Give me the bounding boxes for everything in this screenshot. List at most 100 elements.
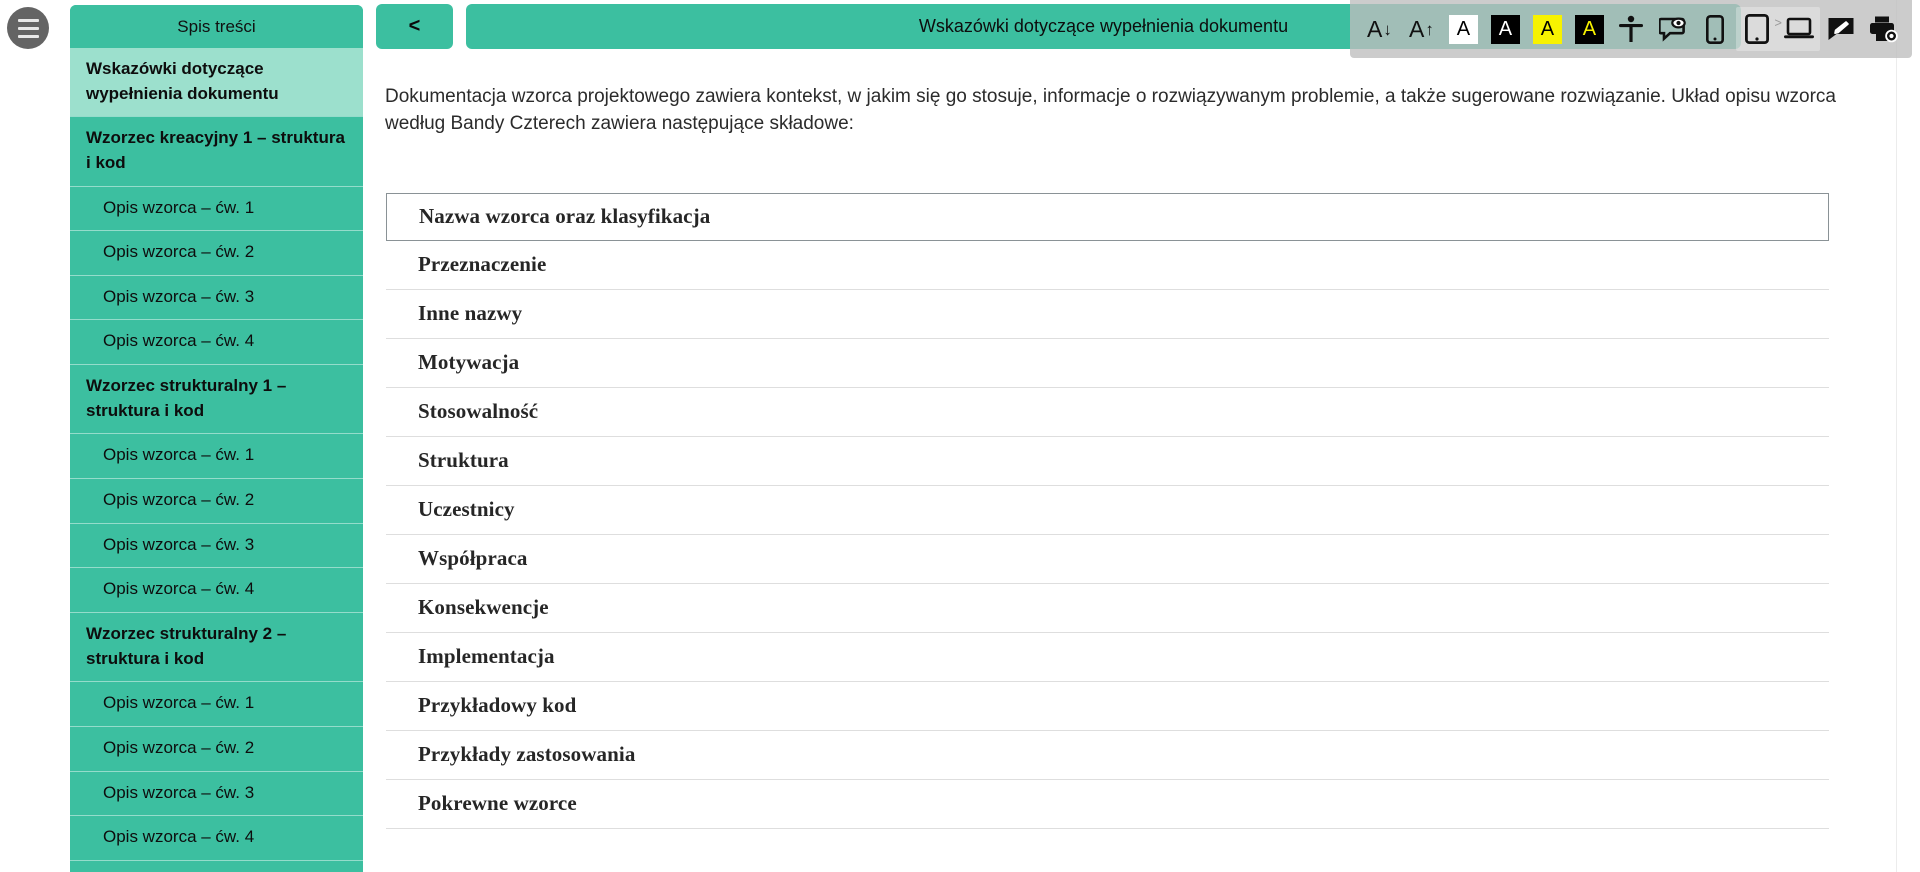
accordion-item-label: Stosowalność	[418, 398, 539, 423]
mobile-view-button[interactable]	[1694, 7, 1736, 51]
sidebar-item[interactable]: Opis wzorca – ćw. 3	[70, 274, 363, 320]
sidebar-item-label: Opis wzorca – ćw. 4	[103, 579, 255, 599]
sidebar-item-label: Wzorzec strukturalny 2 – struktura i kod	[86, 623, 287, 668]
accordion-item-label: Konsekwencje	[418, 594, 549, 619]
contrast-black-yellow-icon: A	[1574, 14, 1604, 44]
sidebar-item[interactable]: Opis wzorca – ćw. 3	[70, 522, 363, 568]
toc-list: Wskazówki dotyczące wypełnienia dokument…	[70, 48, 363, 872]
hamburger-bar	[17, 34, 39, 38]
sidebar-item[interactable]: Opis wzorca – ćw. 4	[70, 815, 363, 860]
device-view-group: >	[1736, 7, 1820, 51]
accordion-item[interactable]: Pokrewne wzorce	[386, 779, 1829, 829]
accessibility-toolbar: A ↓ A ↑ A A A A >	[1350, 0, 1912, 58]
sidebar-item[interactable]: Opis wzorca – ćw. 4	[70, 319, 363, 365]
accordion-item-label: Przykłady zastosowania	[418, 741, 636, 766]
accordion-item-label: Współpraca	[418, 545, 528, 570]
sidebar-item-label: Opis wzorca – ćw. 3	[103, 534, 255, 554]
app-root: Spis treści Wskazówki dotyczące wypełnie…	[0, 0, 1920, 872]
sidebar-item[interactable]: Opis wzorca – ćw. 2	[70, 230, 363, 275]
sidebar-item-label: Opis wzorca – ćw. 3	[103, 286, 255, 306]
sidebar-item-label: Opis wzorca – ćw. 1	[103, 445, 255, 465]
sidebar-item[interactable]: Opis wzorca – ćw. 1	[70, 433, 363, 479]
speech-bubble-eye-icon	[1659, 17, 1687, 42]
sidebar-item[interactable]: Opis wzorca – ćw. 1	[70, 681, 363, 726]
accordion-list: Nazwa wzorca oraz klasyfikacja Przeznacze…	[363, 192, 1895, 829]
sidebar-item-label: Opis wzorca – ćw. 1	[103, 197, 255, 217]
sidebar-item[interactable]: Opis wzorca – ćw. 4	[70, 567, 363, 612]
sidebar-item-label: Opis wzorca – ćw. 1	[103, 693, 255, 713]
notes-button[interactable]	[1820, 7, 1862, 51]
page-title: Wskazówki dotyczące wypełnienia dokument…	[918, 16, 1289, 36]
hamburger-menu-icon[interactable]	[7, 7, 49, 49]
sidebar-item-label: Opis wzorca – ćw. 2	[103, 242, 255, 262]
accordion-item[interactable]: Nazwa wzorca oraz klasyfikacja	[386, 192, 1829, 241]
contrast-black-yellow-button[interactable]: A	[1568, 7, 1610, 51]
contrast-black-white-icon: A	[1490, 14, 1520, 44]
accordion-item[interactable]: Przykłady zastosowania	[386, 730, 1829, 780]
sidebar-item-label: Wzorzec kreacyjny 1 – struktura i kod	[86, 128, 345, 172]
accordion-item[interactable]: Współpraca	[386, 534, 1829, 584]
accessibility-button[interactable]	[1610, 7, 1652, 51]
sidebar-item[interactable]: Opis wzorca – ćw. 2	[70, 478, 363, 523]
accordion-item-label: Inne nazwy	[418, 300, 523, 325]
accordion-item[interactable]: Struktura	[386, 436, 1829, 486]
tablet-view-button[interactable]	[1736, 7, 1778, 51]
accordion-item[interactable]: Implementacja	[386, 632, 1829, 682]
sidebar-item[interactable]: Wzorzec strukturalny 1 – struktura i kod	[70, 364, 363, 434]
sidebar-item[interactable]: Wskazówki dotyczące wypełnienia dokument…	[70, 48, 363, 117]
sidebar-item[interactable]: Opis wzorca – ćw. 2	[70, 725, 363, 771]
accordion-item-label: Pokrewne wzorce	[418, 790, 577, 815]
tablet-icon	[1745, 14, 1770, 44]
accordion-item[interactable]: Motywacja	[386, 338, 1829, 388]
hamburger-bar	[17, 26, 39, 30]
contrast-black-white-button[interactable]: A	[1484, 7, 1526, 51]
font-decrease-icon: A ↓	[1366, 15, 1392, 42]
accordion-item[interactable]: Inne nazwy	[386, 289, 1829, 339]
sidebar-item-label: Opis wzorca – ćw. 2	[103, 490, 255, 510]
sign-language-button[interactable]	[1652, 7, 1694, 51]
desktop-view-button[interactable]	[1778, 7, 1820, 51]
contrast-default-icon: A	[1448, 14, 1478, 44]
sidebar-item-label: Opis wzorca – ćw. 4	[103, 827, 255, 847]
accordion-item[interactable]: Uczestnicy	[386, 485, 1829, 535]
accessibility-person-icon	[1619, 15, 1644, 42]
accordion-item[interactable]: Stosowalność	[386, 387, 1829, 437]
sidebar-item[interactable]: Opis wzorca – ćw. 3	[70, 770, 363, 816]
sidebar-item-label: Opis wzorca – ćw. 2	[103, 737, 255, 757]
accordion-item-label: Przykładowy kod	[418, 692, 577, 717]
accordion-item-label: Motywacja	[418, 349, 520, 374]
accordion-item-label: Przeznaczenie	[418, 251, 547, 276]
contrast-yellow-black-button[interactable]: A	[1526, 7, 1568, 51]
increase-font-size-button[interactable]: A ↑	[1400, 7, 1442, 51]
sidebar-title: Spis treści	[70, 5, 363, 48]
hamburger-bar	[17, 18, 39, 22]
right-hairline-divider	[1896, 0, 1897, 872]
sidebar-item-label: Opis wzorca – ćw. 3	[103, 782, 255, 802]
sidebar-item[interactable]: Wzorzec kreacyjny 1 – struktura i kod	[70, 116, 363, 186]
accordion-item[interactable]: Konsekwencje	[386, 583, 1829, 633]
contrast-yellow-black-icon: A	[1532, 14, 1562, 44]
intro-paragraph: Dokumentacja wzorca projektowego zawiera…	[385, 86, 1836, 134]
accordion-item[interactable]: Przeznaczenie	[386, 240, 1829, 290]
accordion-item-label: Implementacja	[418, 643, 555, 668]
accordion-item[interactable]: Przykładowy kod	[386, 681, 1829, 731]
print-button[interactable]	[1862, 7, 1904, 51]
font-increase-icon: A ↑	[1408, 15, 1434, 42]
sidebar-item-label: Wskazówki dotyczące wypełnienia dokument…	[86, 59, 279, 103]
sidebar-item-label: Wzorzec strukturalny 1 – struktura i kod	[86, 376, 287, 420]
smartphone-icon	[1706, 14, 1725, 44]
note-pencil-icon	[1828, 18, 1854, 40]
table-of-contents-sidebar: Spis treści Wskazówki dotyczące wypełnie…	[70, 5, 363, 872]
printer-preview-icon	[1870, 16, 1898, 43]
laptop-icon	[1784, 17, 1814, 39]
sidebar-item[interactable]: Opis wzorca – ćw. 1	[70, 185, 363, 231]
accordion-item-label: Uczestnicy	[418, 496, 515, 521]
document-content: Dokumentacja wzorca projektowego zawiera…	[363, 58, 1895, 872]
accordion-item-label: Struktura	[418, 447, 509, 472]
sidebar-item[interactable]: Wzorzec strukturalny 3 –	[70, 859, 363, 872]
contrast-default-button[interactable]: A	[1442, 7, 1484, 51]
back-button[interactable]: <	[376, 4, 453, 49]
decrease-font-size-button[interactable]: A ↓	[1358, 7, 1400, 51]
accordion-item-label: Nazwa wzorca oraz klasyfikacja	[419, 203, 711, 228]
sidebar-item[interactable]: Wzorzec strukturalny 2 – struktura i kod	[70, 611, 363, 682]
